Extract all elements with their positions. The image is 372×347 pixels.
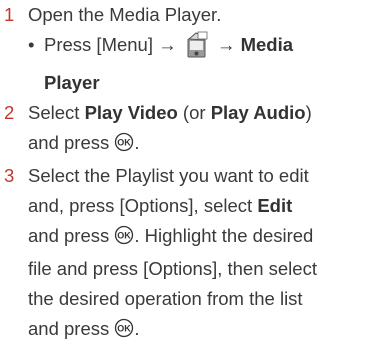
option-play-video: Play Video bbox=[84, 102, 178, 123]
svg-text:OK: OK bbox=[118, 231, 132, 241]
step-2: 2 Select Play Video (or Play Audio) and … bbox=[0, 98, 372, 161]
instruction-document: 1 Open the Media Player. • Press [Menu] … bbox=[0, 0, 372, 339]
sub-step-prefix: Press [Menu] → bbox=[44, 34, 177, 55]
step-text: Select bbox=[28, 102, 85, 123]
sub-step: • Press [Menu] → → Media Player bbox=[28, 30, 372, 98]
sub-step-target: Media bbox=[240, 34, 293, 55]
step-number: 1 bbox=[4, 4, 15, 25]
step-text: ) bbox=[305, 102, 312, 123]
step-text: and press bbox=[28, 132, 110, 153]
step-text: the desired operation from the list bbox=[28, 288, 303, 309]
ok-key-icon: OK bbox=[114, 224, 134, 254]
step-text: and, press [Options], select bbox=[28, 195, 258, 216]
sub-step-target-cont: Player bbox=[44, 72, 100, 93]
step-number: 2 bbox=[4, 102, 15, 123]
media-menu-icon bbox=[184, 31, 210, 68]
svg-text:OK: OK bbox=[118, 324, 132, 334]
ok-key-icon: OK bbox=[114, 131, 134, 161]
bullet: • bbox=[28, 34, 35, 55]
svg-text:OK: OK bbox=[118, 138, 132, 148]
step-text: Select the Playlist you want to edit bbox=[28, 165, 309, 186]
option-play-audio: Play Audio bbox=[210, 102, 306, 123]
option-edit: Edit bbox=[257, 195, 293, 216]
step-3: 3 Select the Playlist you want to edit a… bbox=[0, 161, 372, 347]
sub-step-arrow: → bbox=[216, 34, 236, 55]
step-number: 3 bbox=[4, 165, 15, 186]
step-text: (or bbox=[177, 102, 211, 123]
step-text: and press bbox=[28, 225, 110, 246]
step-text: and press bbox=[28, 318, 110, 339]
step-text: file and press [Options], then select bbox=[28, 258, 317, 279]
step-text: . Highlight the desired bbox=[134, 225, 314, 246]
step-1: 1 Open the Media Player. • Press [Menu] … bbox=[0, 0, 372, 98]
step-text: Open the Media Player. bbox=[28, 4, 222, 25]
period: . bbox=[134, 318, 140, 339]
ok-key-icon: OK bbox=[114, 317, 134, 347]
period: . bbox=[134, 132, 140, 153]
